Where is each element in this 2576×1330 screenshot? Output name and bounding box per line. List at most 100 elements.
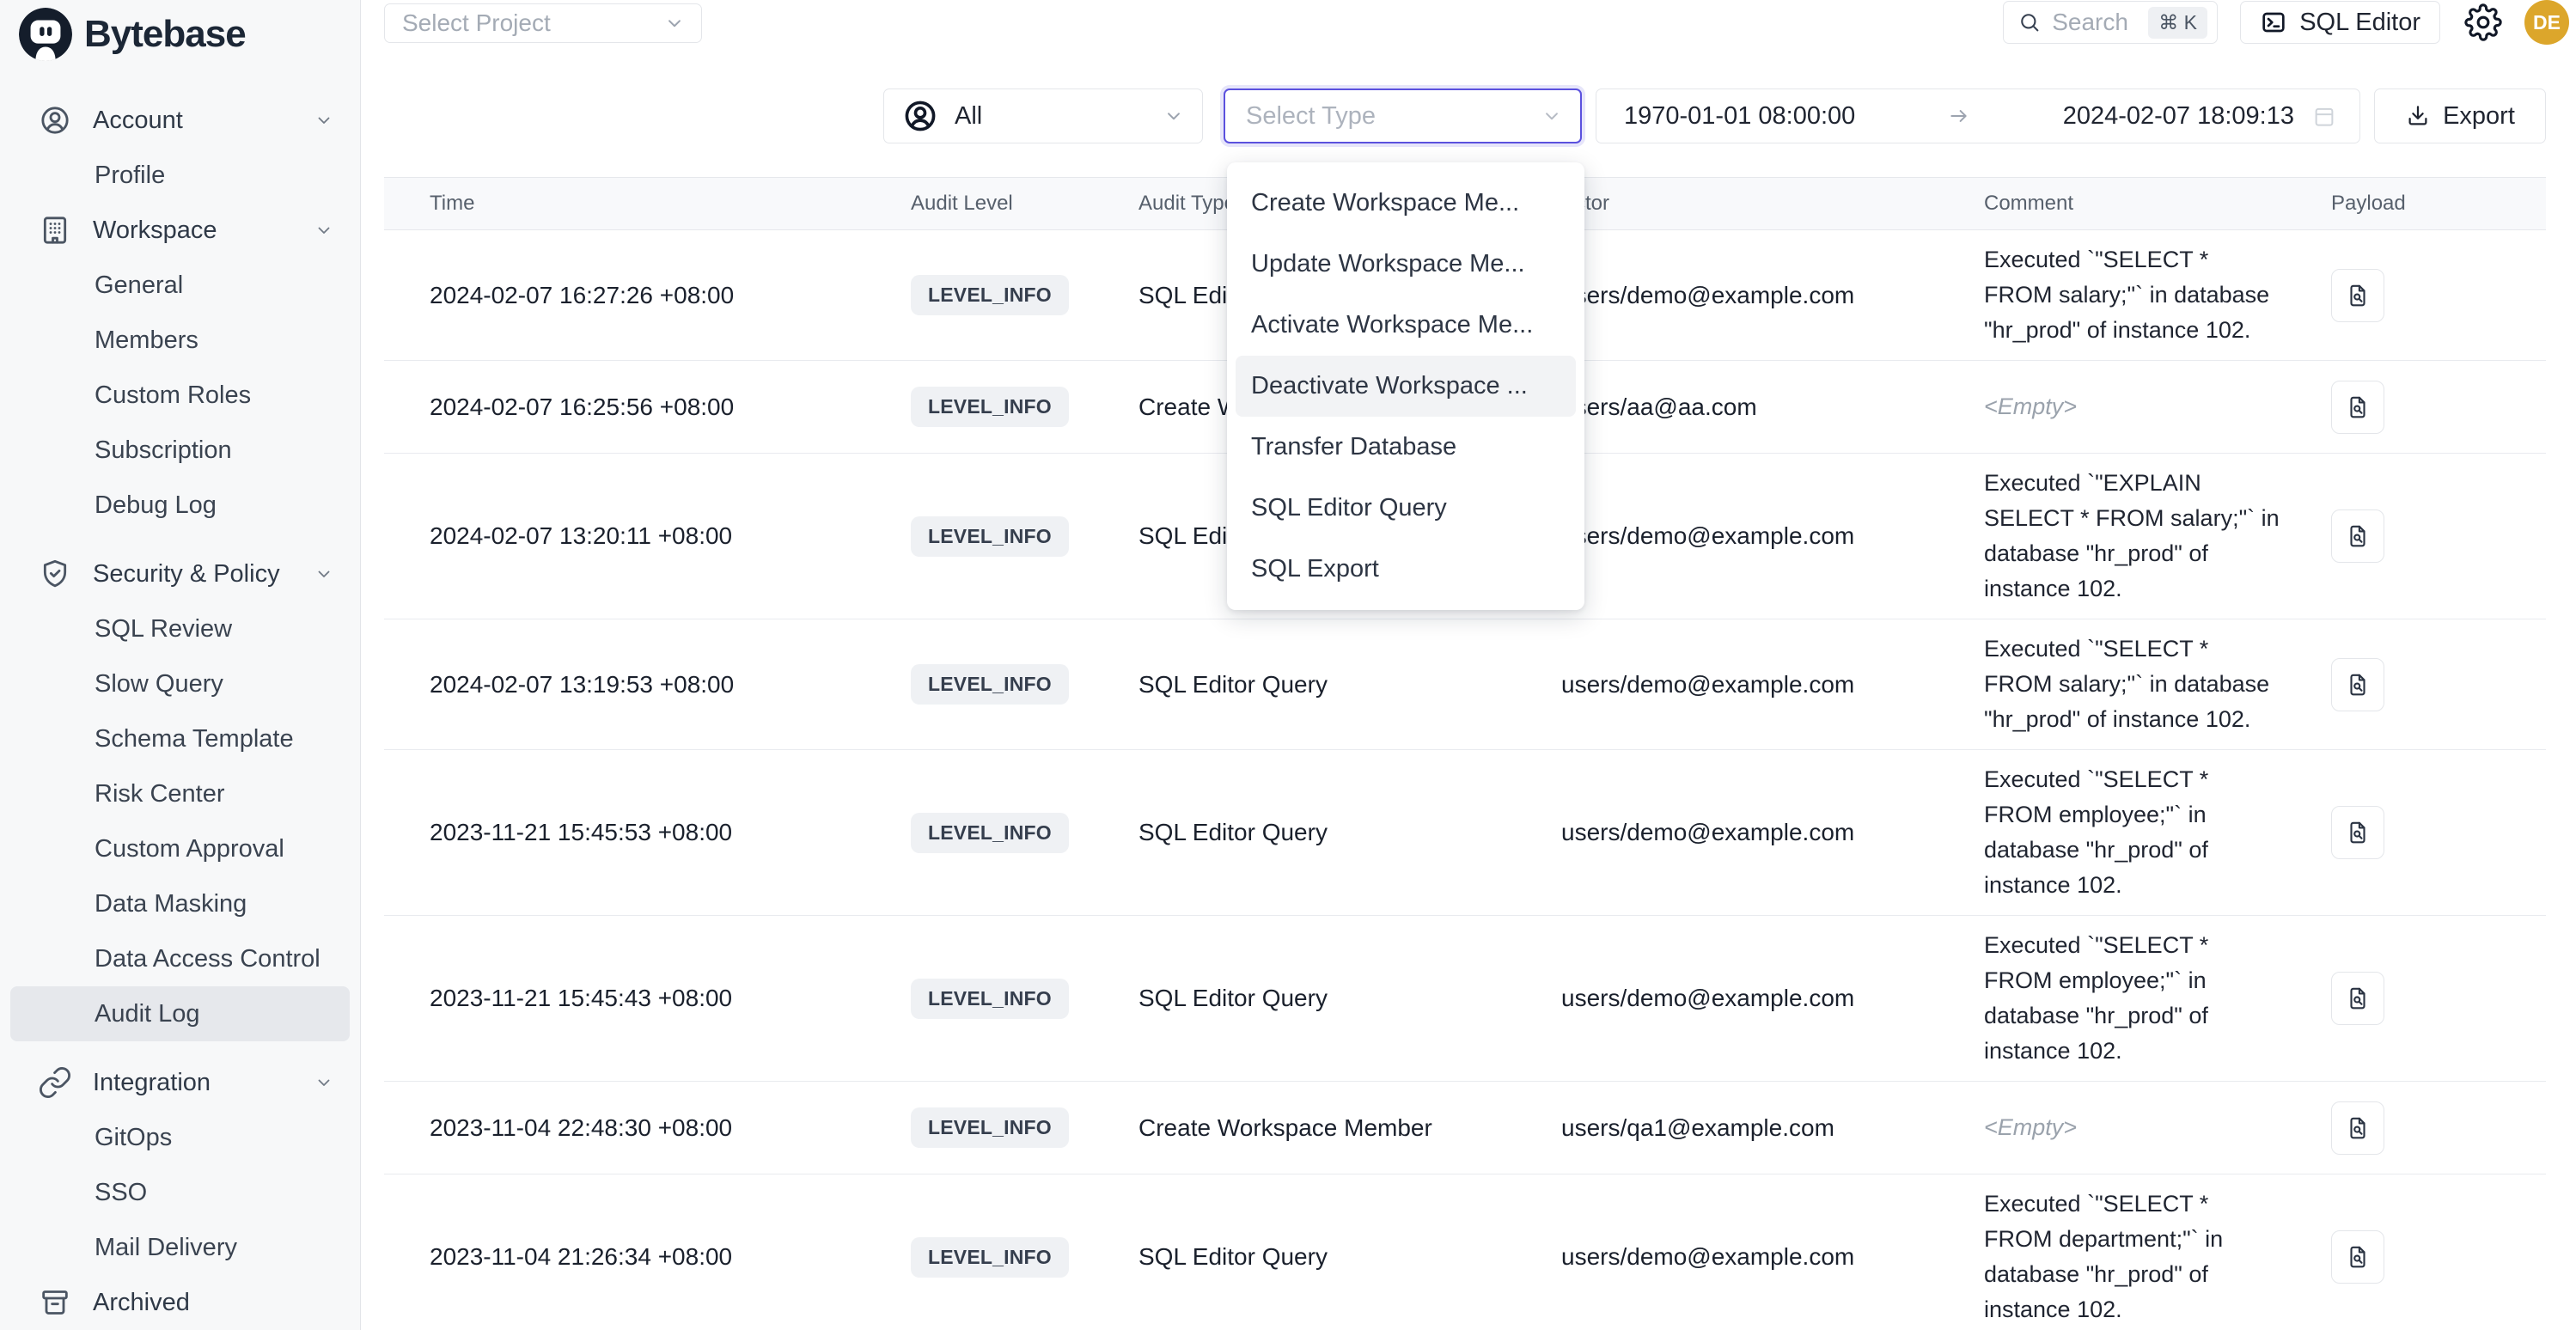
cell-actor: users/demo@example.com — [1516, 985, 1938, 1012]
cell-actor: users/qa1@example.com — [1516, 1114, 1938, 1142]
view-payload-button[interactable] — [2331, 1101, 2384, 1155]
bytebase-app: Bytebase Account Profile Workspace Gener… — [0, 0, 2576, 1330]
sidebar-item[interactable]: Slow Query — [10, 656, 350, 711]
view-payload-button[interactable] — [2331, 658, 2384, 711]
file-search-icon — [2345, 523, 2371, 549]
chevron-down-icon — [314, 564, 334, 584]
menu-item[interactable]: Transfer Database — [1236, 417, 1576, 478]
sidebar-section-integration[interactable]: Integration — [0, 1055, 360, 1110]
sidebar-item[interactable]: GitOps — [10, 1110, 350, 1165]
cell-audit-level: LEVEL_INFO — [865, 813, 1093, 853]
sidebar-item[interactable]: Schema Template — [10, 711, 350, 766]
cell-comment: <Empty> — [1938, 377, 2286, 436]
sidebar-item-label: Mail Delivery — [95, 1234, 237, 1262]
cell-audit-type: Create Workspace Member — [1093, 1114, 1516, 1142]
section-label: Workspace — [93, 217, 293, 245]
avatar[interactable]: DE — [2524, 0, 2569, 45]
actor-filter-select[interactable]: All — [883, 88, 1203, 143]
cell-audit-level: LEVEL_INFO — [865, 275, 1093, 315]
file-search-icon — [2345, 672, 2371, 698]
project-select[interactable]: Select Project — [384, 3, 702, 43]
menu-item[interactable]: Deactivate Workspace ... — [1236, 356, 1576, 417]
gear-icon[interactable] — [2464, 3, 2502, 41]
sidebar-item[interactable]: General — [10, 258, 350, 313]
sidebar-item-label: Custom Roles — [95, 381, 251, 410]
date-to-value[interactable]: 2024-02-07 18:09:13 — [2063, 102, 2294, 131]
export-label: Export — [2443, 102, 2515, 131]
sidebar-item[interactable]: Subscription — [10, 423, 350, 478]
view-payload-button[interactable] — [2331, 1230, 2384, 1284]
view-payload-button[interactable] — [2331, 972, 2384, 1025]
search-input[interactable] — [2052, 9, 2138, 36]
sidebar-item-audit-log[interactable]: Audit Log — [10, 986, 350, 1041]
brand-wordmark: Bytebase — [84, 13, 246, 56]
sidebar-item[interactable]: Data Masking — [10, 876, 350, 931]
cell-actor: users/demo@example.com — [1516, 819, 1938, 846]
search-box[interactable]: ⌘ K — [2003, 1, 2218, 44]
view-payload-button[interactable] — [2331, 381, 2384, 434]
table-row: 2024-02-07 13:19:53 +08:00 LEVEL_INFO SQ… — [384, 619, 2546, 750]
menu-item[interactable]: SQL Editor Query — [1236, 478, 1576, 539]
audit-type-dropdown-menu: Create Workspace Me...Update Workspace M… — [1227, 162, 1584, 610]
sidebar-item[interactable]: Debug Log — [10, 478, 350, 533]
sql-editor-label: SQL Editor — [2299, 9, 2420, 37]
sidebar-item[interactable]: Profile — [10, 148, 350, 203]
sidebar-item[interactable]: SSO — [10, 1165, 350, 1220]
cell-audit-level: LEVEL_INFO — [865, 979, 1093, 1019]
sidebar-item-label: Risk Center — [95, 780, 225, 808]
archive-icon — [38, 1285, 72, 1320]
export-button[interactable]: Export — [2374, 88, 2546, 143]
cell-payload — [2286, 658, 2546, 711]
sidebar-item-label: Profile — [95, 162, 165, 190]
sidebar-item-label: Members — [95, 326, 198, 355]
sidebar-section-workspace[interactable]: Workspace — [0, 203, 360, 258]
sidebar-section-archived[interactable]: Archived — [0, 1275, 360, 1330]
sidebar-item[interactable]: Members — [10, 313, 350, 368]
level-badge: LEVEL_INFO — [911, 664, 1069, 705]
column-header-audit-level: Audit Level — [865, 192, 1093, 216]
sidebar-item-label: Debug Log — [95, 491, 217, 520]
sidebar-section-security-policy[interactable]: Security & Policy — [0, 546, 360, 601]
cell-comment: Executed `"SELECT * FROM employee;"` in … — [1938, 750, 2286, 915]
view-payload-button[interactable] — [2331, 269, 2384, 322]
cell-comment: Executed `"SELECT * FROM department;"` i… — [1938, 1174, 2286, 1330]
sidebar-item[interactable]: Custom Roles — [10, 368, 350, 423]
cell-audit-type: SQL Editor Query — [1093, 985, 1516, 1012]
view-payload-button[interactable] — [2331, 509, 2384, 563]
user-circle-icon — [38, 103, 72, 137]
menu-item[interactable]: Create Workspace Me... — [1236, 173, 1576, 234]
menu-item[interactable]: Activate Workspace Me... — [1236, 295, 1576, 356]
terminal-icon — [2260, 9, 2287, 36]
audit-type-select[interactable]: Select Type — [1224, 88, 1582, 143]
chevron-down-icon — [314, 220, 334, 241]
date-from-value[interactable]: 1970-01-01 08:00:00 — [1624, 102, 1855, 131]
table-row: 2023-11-21 15:45:43 +08:00 LEVEL_INFO SQ… — [384, 916, 2546, 1082]
sidebar-section-account[interactable]: Account — [0, 93, 360, 148]
sidebar-nav: Account Profile Workspace General Member… — [0, 69, 360, 1330]
cell-audit-level: LEVEL_INFO — [865, 387, 1093, 427]
sidebar-item[interactable]: SQL Review — [10, 601, 350, 656]
table-row: 2023-11-04 21:26:34 +08:00 LEVEL_INFO SQ… — [384, 1174, 2546, 1330]
cell-payload — [2286, 381, 2546, 434]
sidebar-item-label: Data Masking — [95, 890, 247, 918]
sidebar-item[interactable]: Data Access Control — [10, 931, 350, 986]
sql-editor-button[interactable]: SQL Editor — [2240, 1, 2440, 44]
brand-header[interactable]: Bytebase — [0, 0, 360, 69]
level-badge: LEVEL_INFO — [911, 387, 1069, 427]
calendar-icon — [2311, 103, 2337, 129]
menu-item[interactable]: Update Workspace Me... — [1236, 234, 1576, 295]
cell-time: 2023-11-21 15:45:43 +08:00 — [384, 985, 865, 1012]
section-label: Integration — [93, 1069, 293, 1097]
cell-audit-type: SQL Editor Query — [1093, 671, 1516, 699]
user-circle-icon — [901, 97, 939, 135]
menu-item[interactable]: SQL Export — [1236, 539, 1576, 600]
sidebar-item[interactable]: Risk Center — [10, 766, 350, 821]
view-payload-button[interactable] — [2331, 806, 2384, 859]
project-select-placeholder: Select Project — [402, 9, 663, 37]
sidebar-item-label: Custom Approval — [95, 835, 284, 863]
cell-actor: users/demo@example.com — [1516, 1243, 1938, 1271]
date-range-picker[interactable]: 1970-01-01 08:00:00 2024-02-07 18:09:13 — [1596, 88, 2360, 143]
sidebar-item[interactable]: Mail Delivery — [10, 1220, 350, 1275]
sidebar-item[interactable]: Custom Approval — [10, 821, 350, 876]
sidebar-item-label: Audit Log — [95, 1000, 200, 1028]
